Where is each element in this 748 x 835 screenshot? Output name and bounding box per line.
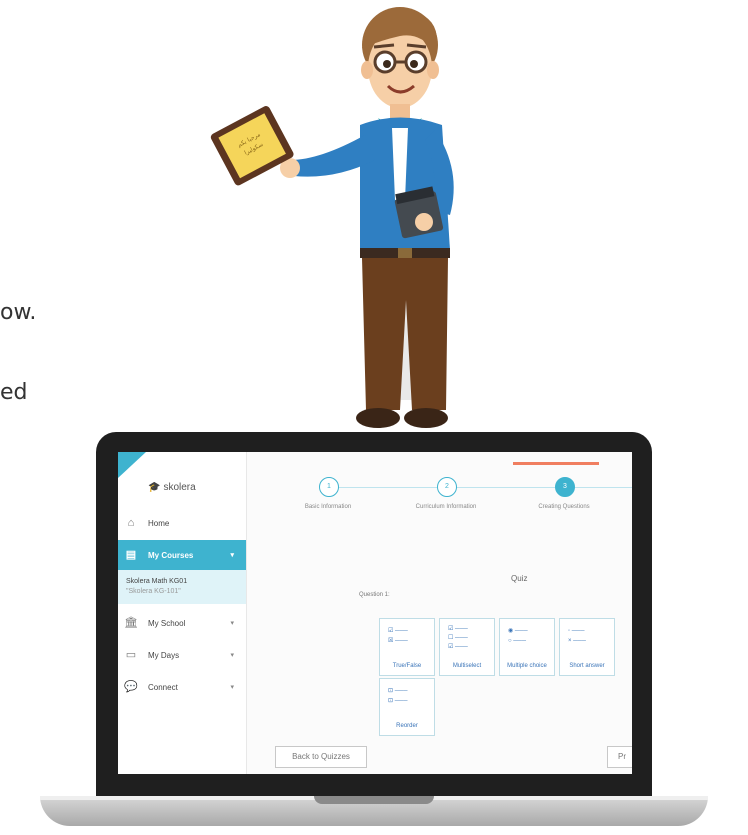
question-type-label: True/False (392, 663, 422, 669)
sidebar-item-my-days[interactable]: ▭ My Days ▾ (118, 642, 246, 668)
step-connector (455, 487, 555, 488)
home-icon: ⌂ (127, 517, 135, 529)
active-tab-indicator (513, 462, 599, 465)
step-1-indicator[interactable]: 1 (319, 477, 339, 497)
step-1-label: Basic Information (304, 504, 352, 510)
question-type-short-answer[interactable]: ◦ ─── × ─── Short answer (559, 618, 615, 676)
chevron-down-icon: ▾ (230, 552, 234, 559)
chevron-down-icon: ▾ (230, 620, 234, 627)
short-answer-icon: × ─── (568, 638, 586, 644)
course-code: "Skolera KG-101" (126, 588, 181, 595)
question-type-multiple-choice[interactable]: ◉ ─── ○ ─── Multiple choice (499, 618, 555, 676)
background-text-fragment: ed (0, 380, 28, 405)
laptop-notch (314, 796, 434, 804)
logo-text: skolera (163, 482, 196, 493)
background-text-fragment: ow. (0, 300, 37, 325)
sidebar-item-home[interactable]: ⌂ Home (118, 510, 246, 536)
back-to-quizzes-button[interactable]: Back to Quizzes (275, 746, 367, 768)
main-content: 1 2 3 Basic Information Curriculum Infor… (247, 452, 632, 774)
chevron-down-icon: ▾ (230, 652, 234, 659)
course-name: Skolera Math KG01 (126, 578, 188, 585)
question-type-label: Reorder (396, 723, 418, 729)
question-type-multiselect[interactable]: ☑ ─── ☐ ─── ☑ ─── Multiselect (439, 618, 495, 676)
next-button[interactable]: Pr (607, 746, 632, 768)
step-3-label: Creating Questions (538, 504, 590, 510)
radio-on-icon: ◉ ─── (508, 628, 528, 634)
sidebar: 🎓 skolera ⌂ Home ▤ My Courses ▾ Skolera M… (118, 452, 247, 774)
books-icon: ▤ (125, 549, 137, 561)
sidebar-item-label: My School (148, 618, 186, 628)
sidebar-subitem-course[interactable]: Skolera Math KG01 "Skolera KG-101" (118, 570, 246, 604)
school-icon: 🏛 (124, 617, 138, 629)
step-connector (573, 487, 632, 488)
chevron-down-icon: ▾ (230, 684, 234, 691)
sidebar-item-label: Home (148, 518, 170, 528)
quiz-title: Quiz (511, 574, 528, 583)
empty-box-icon: ☐ ─── (448, 635, 468, 641)
graduation-cap-icon: 🎓 (148, 482, 161, 493)
teacher-illustration: ﻣﺮﺣﺒﺎ ﺑﻜﻢ ﺳﻜﻮﻟﻴﺮا (210, 7, 454, 428)
step-3-indicator[interactable]: 3 (555, 477, 575, 497)
short-answer-icon: ◦ ─── (568, 628, 585, 634)
numbered-box-icon: ⊡ ─── (388, 698, 408, 704)
calendar-icon: ▭ (125, 649, 137, 661)
question-label: Question 1: (359, 592, 390, 598)
step-connector (337, 487, 437, 488)
laptop-screen: 🎓 skolera ⌂ Home ▤ My Courses ▾ Skolera M… (118, 452, 632, 774)
checkbox-icon: ☑ ─── (388, 628, 408, 634)
app-logo[interactable]: 🎓 skolera (148, 482, 196, 493)
sidebar-item-my-courses[interactable]: ▤ My Courses ▾ (118, 540, 246, 570)
sidebar-item-connect[interactable]: 💬 Connect ▾ (118, 674, 246, 700)
question-type-label: Multiselect (452, 663, 482, 669)
question-type-label: Multiple choice (507, 663, 547, 669)
question-type-reorder[interactable]: ⊡ ─── ⊡ ─── Reorder (379, 678, 435, 736)
numbered-box-icon: ⊡ ─── (388, 688, 408, 694)
step-2-label: Curriculum Information (415, 504, 477, 510)
step-2-indicator[interactable]: 2 (437, 477, 457, 497)
sidebar-item-label: Connect (148, 682, 178, 692)
chat-icon: 💬 (124, 681, 138, 693)
cross-box-icon: ☒ ─── (388, 638, 408, 644)
sidebar-item-label: My Days (148, 650, 180, 660)
radio-off-icon: ○ ─── (508, 638, 527, 644)
checkbox-icon: ☑ ─── (448, 644, 468, 650)
question-type-label: Short answer (569, 663, 605, 669)
sidebar-item-label: My Courses (148, 550, 194, 560)
sidebar-item-my-school[interactable]: 🏛 My School ▾ (118, 610, 246, 636)
corner-ribbon (118, 452, 146, 478)
checkbox-icon: ☑ ─── (448, 626, 468, 632)
question-type-true-false[interactable]: ☑ ─── ☒ ─── True/False (379, 618, 435, 676)
